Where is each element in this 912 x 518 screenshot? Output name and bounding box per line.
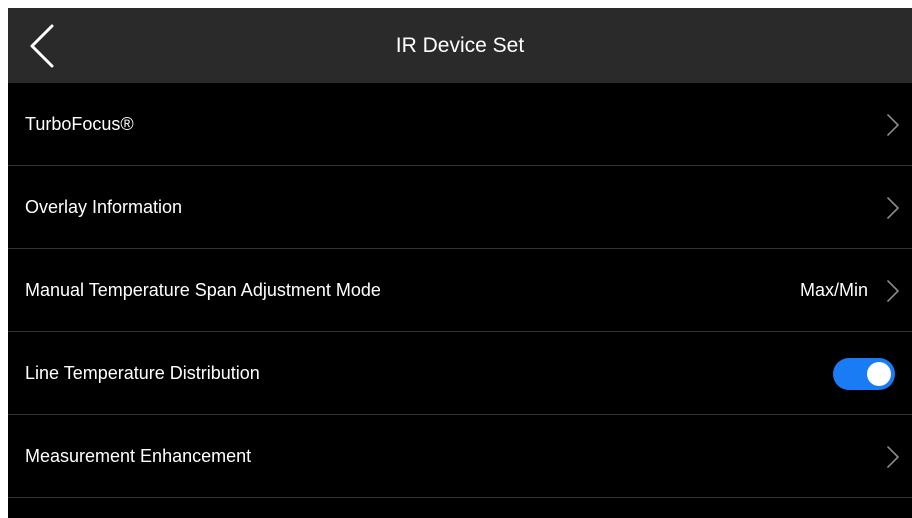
page-title: IR Device Set <box>395 34 525 57</box>
ir-device-settings-screen: IR Device Set TurboFocus® Overlay Inform… <box>8 8 912 518</box>
setting-label: TurboFocus® <box>25 114 134 134</box>
setting-label: Manual Temperature Span Adjustment Mode <box>25 280 381 300</box>
chevron-right-icon <box>886 196 900 220</box>
chevron-right-icon <box>886 113 900 137</box>
toggle-knob <box>867 362 891 386</box>
header-bar: IR Device Set <box>8 8 912 83</box>
settings-list: TurboFocus® Overlay Information Manual T… <box>8 83 912 498</box>
setting-row-turbofocus[interactable]: TurboFocus® <box>8 83 912 166</box>
setting-label: Measurement Enhancement <box>25 446 252 466</box>
setting-label: Overlay Information <box>25 197 183 217</box>
back-button[interactable] <box>22 22 62 70</box>
setting-value: Max/Min <box>799 280 868 300</box>
chevron-right-icon <box>886 279 900 303</box>
setting-row-line-temperature-distribution: Line Temperature Distribution <box>8 332 912 415</box>
line-temperature-distribution-toggle[interactable] <box>833 358 895 390</box>
setting-row-overlay-information[interactable]: Overlay Information <box>8 166 912 249</box>
chevron-left-icon <box>30 24 54 68</box>
setting-label: Line Temperature Distribution <box>25 363 260 383</box>
setting-row-temperature-span-mode[interactable]: Manual Temperature Span Adjustment Mode … <box>8 249 912 332</box>
setting-row-measurement-enhancement[interactable]: Measurement Enhancement <box>8 415 912 498</box>
chevron-right-icon <box>886 445 900 469</box>
